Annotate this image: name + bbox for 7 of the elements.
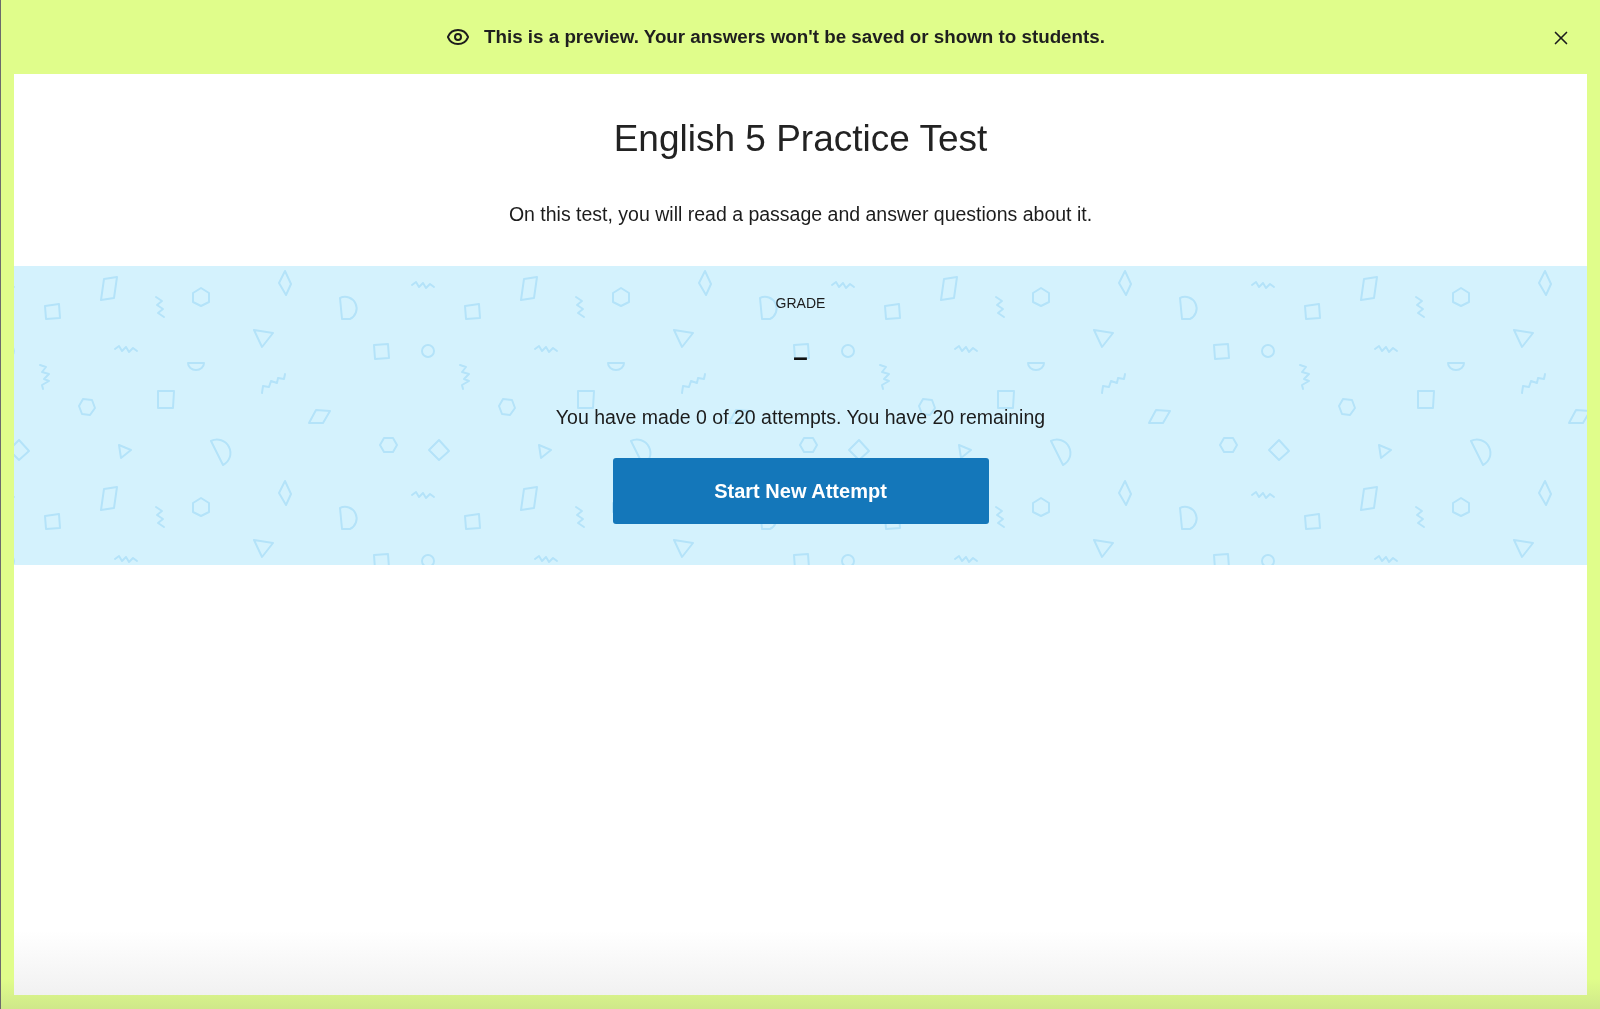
- start-attempt-button[interactable]: Start New Attempt: [612, 458, 989, 524]
- attempts-info: You have made 0 of 20 attempts. You have 20 remaining: [555, 405, 1046, 430]
- grade-label: GRADE: [775, 294, 826, 313]
- test-title: English 5 Practice Test: [613, 117, 988, 161]
- preview-notice: This is a preview. Your answers won't be saved or shown to students.: [484, 24, 1105, 49]
- test-description: On this test, you will read a passage and answer questions about it.: [508, 202, 1093, 227]
- grade-value: –: [793, 342, 808, 372]
